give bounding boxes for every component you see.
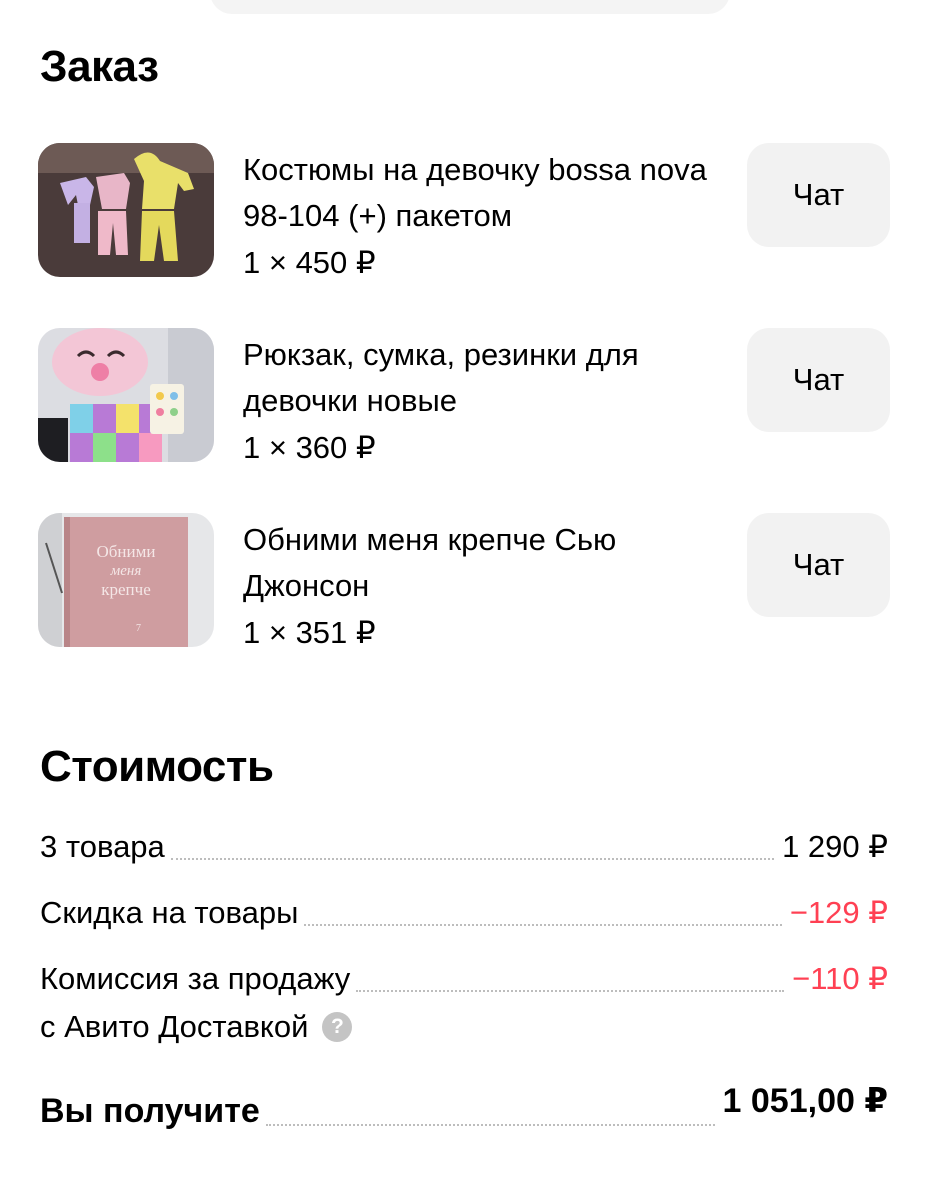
- book-cover-word: крепче: [101, 580, 151, 599]
- item-title[interactable]: Обними меня крепче Сью Джонсон: [243, 517, 733, 609]
- cost-value: −129 ₽: [789, 895, 888, 930]
- cost-label: Скидка на товары: [40, 895, 299, 930]
- sheet-handle: [210, 0, 730, 14]
- book-cover-word: 7: [136, 623, 141, 634]
- cost-label: Комиссия за продажу: [40, 961, 351, 996]
- suits-photo: [38, 143, 214, 277]
- chat-button[interactable]: Чат: [747, 328, 890, 432]
- cost-row-commission: Комиссия за продажу −110 ₽: [40, 956, 888, 1002]
- chat-button[interactable]: Чат: [747, 513, 890, 617]
- total-value: 1 051,00 ₽: [722, 1082, 888, 1120]
- chat-button[interactable]: Чат: [747, 143, 890, 247]
- book-cover-word: меня: [110, 563, 142, 579]
- item-price: 1 × 351 ₽: [243, 615, 376, 650]
- cost-label: 3 товара: [40, 829, 165, 864]
- cost-section-title: Стоимость: [40, 742, 274, 791]
- book-cover-word: Обними: [97, 542, 156, 561]
- order-item[interactable]: Рюкзак, сумка, резинки для девочки новые…: [38, 328, 890, 465]
- item-title[interactable]: Костюмы на девочку bossa nova 98-104 (+)…: [243, 147, 733, 239]
- item-thumbnail-suits[interactable]: [38, 143, 214, 277]
- cost-row-goods: 3 товара 1 290 ₽: [40, 824, 888, 870]
- dotted-leader: [356, 990, 785, 992]
- dotted-leader: [170, 858, 775, 860]
- item-price: 1 × 360 ₽: [243, 430, 376, 465]
- cost-value: 1 290 ₽: [782, 829, 888, 864]
- order-section-title: Заказ: [40, 42, 159, 91]
- book-photo: Обними меня крепче 7: [38, 513, 214, 647]
- dotted-leader: [265, 1124, 715, 1126]
- cost-value: −110 ₽: [792, 961, 888, 996]
- help-icon[interactable]: ?: [322, 1012, 353, 1042]
- cost-label: с Авито Доставкой: [40, 1009, 309, 1044]
- item-thumbnail-book[interactable]: Обними меня крепче 7: [38, 513, 214, 647]
- total-label: Вы получите: [40, 1092, 260, 1130]
- dotted-leader: [304, 924, 782, 926]
- commission-label-line2: с Авито Доставкой?: [40, 1004, 353, 1050]
- item-price: 1 × 450 ₽: [243, 245, 376, 280]
- order-item[interactable]: Костюмы на девочку bossa nova 98-104 (+)…: [38, 143, 890, 280]
- cost-row-total: Вы получите 1 051,00 ₽: [40, 1078, 888, 1134]
- item-thumbnail-backpack[interactable]: [38, 328, 214, 462]
- backpack-photo: [38, 328, 214, 462]
- order-item[interactable]: Обними меня крепче 7 Обними меня крепче …: [38, 513, 890, 650]
- cost-row-discount: Скидка на товары −129 ₽: [40, 890, 888, 936]
- item-title[interactable]: Рюкзак, сумка, резинки для девочки новые: [243, 332, 733, 424]
